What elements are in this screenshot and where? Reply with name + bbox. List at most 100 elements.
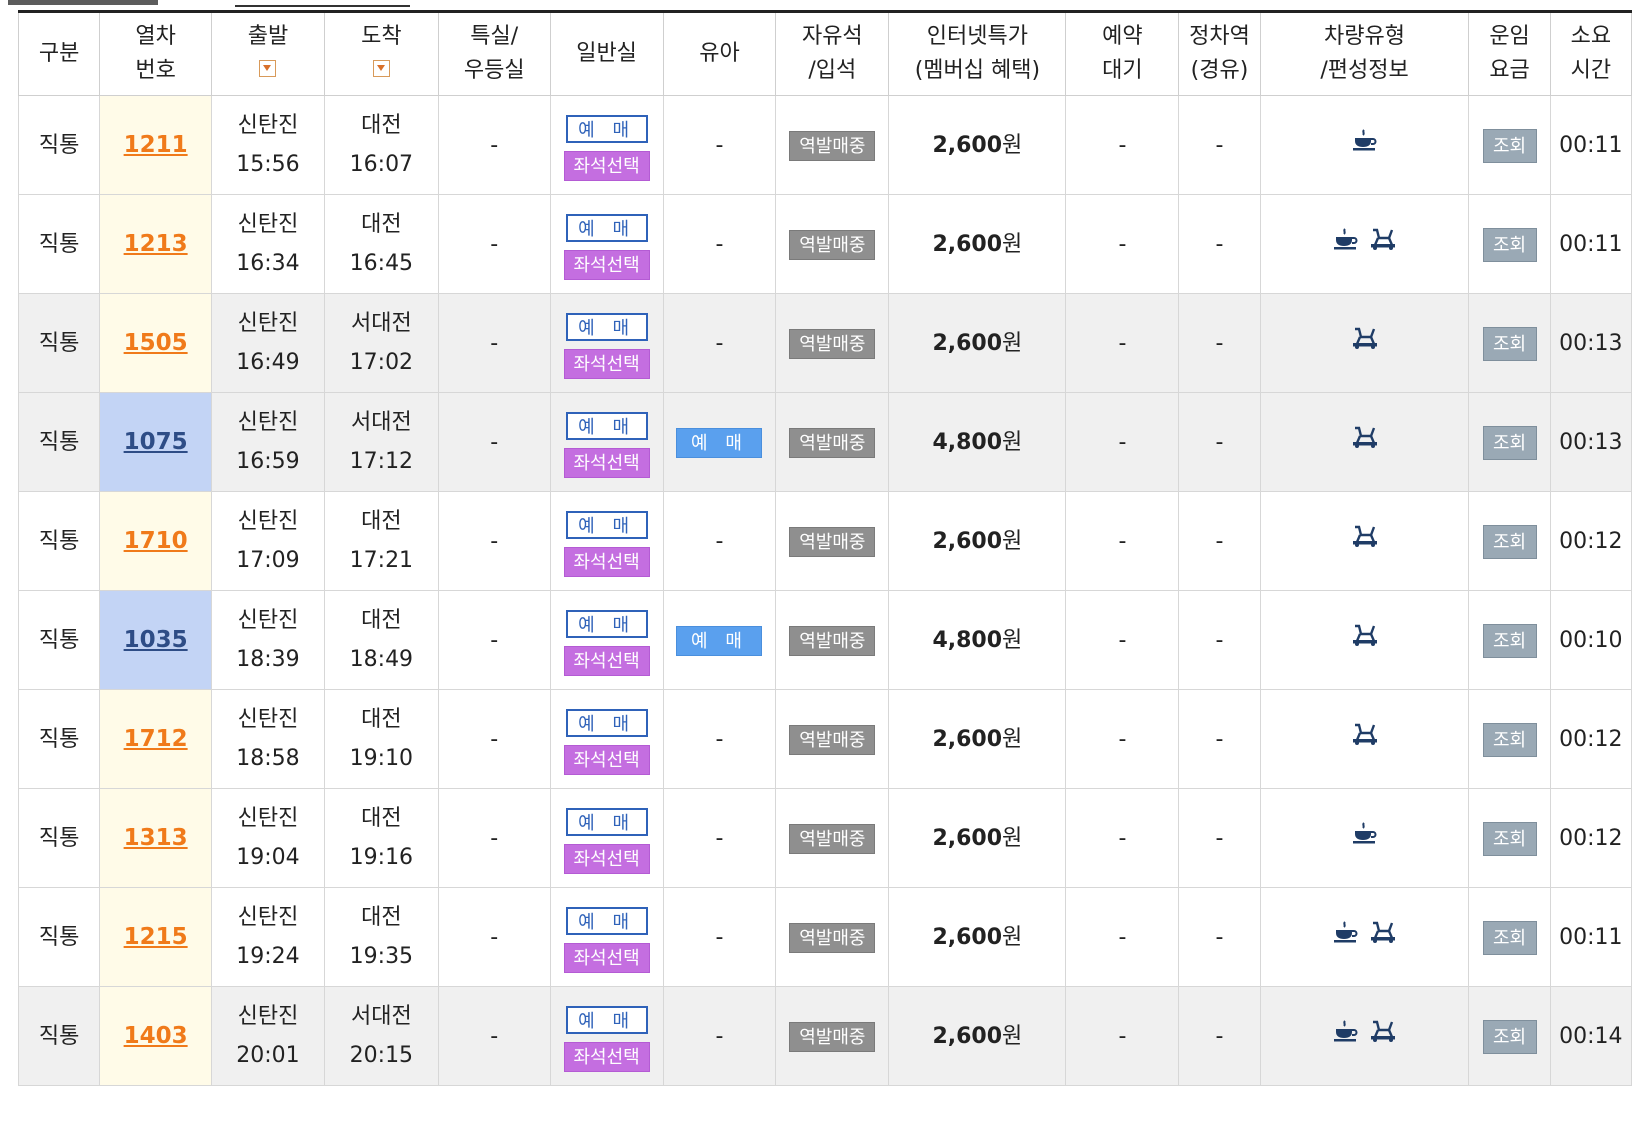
cell-train-number: 1211 (99, 95, 213, 195)
station-sale-badge: 역발매중 (789, 922, 876, 953)
cell-internet-price: 2,600원 (888, 293, 1067, 393)
cell-car-type (1259, 293, 1470, 393)
seat-select-button[interactable]: 좌석선택 (563, 744, 650, 775)
arrival-station: 대전 (361, 212, 402, 237)
car-type-icons (1351, 623, 1379, 647)
cell-duration: 00:11 (1549, 95, 1633, 195)
train-number-link[interactable]: 1505 (124, 330, 188, 356)
book-button[interactable]: 예 매 (565, 213, 648, 242)
departure-time: 16:34 (236, 251, 300, 276)
cell-infant: - (662, 689, 777, 789)
fare-view-button[interactable]: 조회 (1482, 524, 1537, 559)
seat-select-button[interactable]: 좌석선택 (563, 645, 650, 676)
price-value: 2,600 (932, 132, 1003, 158)
timetable-container: 구분 열차 번호 출발 도착 특실/우등실 일반실 유아 자유석/입석 인터넷특가… (17, 10, 1633, 1086)
arrival-station: 대전 (361, 905, 402, 930)
infant-book-button[interactable]: 예 매 (676, 427, 763, 458)
clipped-link[interactable] (235, 0, 410, 7)
fare-view-button[interactable]: 조회 (1482, 128, 1537, 163)
fare-view-button[interactable]: 조회 (1482, 623, 1537, 658)
seat-select-button[interactable]: 좌석선택 (563, 150, 650, 181)
station-sale-badge: 역발매중 (789, 526, 876, 557)
fare-view-button[interactable]: 조회 (1482, 326, 1537, 361)
cell-stops: - (1178, 293, 1261, 393)
cell-fare: 조회 (1468, 788, 1551, 888)
cell-type: 직통 (17, 788, 101, 888)
seat-select-button[interactable]: 좌석선택 (563, 546, 650, 577)
book-button[interactable]: 예 매 (565, 1005, 648, 1034)
departure-time: 20:01 (236, 1043, 300, 1068)
fare-view-button[interactable]: 조회 (1482, 1019, 1537, 1054)
seat-select-button[interactable]: 좌석선택 (563, 843, 650, 874)
cell-arrival: 대전 19:10 (323, 689, 439, 789)
train-number-link[interactable]: 1213 (124, 231, 188, 257)
cell-special: - (437, 293, 551, 393)
train-number-link[interactable]: 1313 (124, 825, 188, 851)
book-button[interactable]: 예 매 (565, 312, 648, 341)
seat-select-button[interactable]: 좌석선택 (563, 1041, 650, 1072)
train-number-link[interactable]: 1075 (124, 429, 188, 455)
train-number-link[interactable]: 1710 (124, 528, 188, 554)
table-row: 직통 1035 신탄진 18:39 대전 18:49- 예 매 좌석선택 예 매 역발매중 4,80… (17, 590, 1633, 690)
train-number-link[interactable]: 1403 (124, 1023, 188, 1049)
car-type-icons (1351, 326, 1379, 350)
cafe-icon (1333, 920, 1359, 944)
seat-select-button[interactable]: 좌석선택 (563, 447, 650, 478)
fare-view-button[interactable]: 조회 (1482, 227, 1537, 262)
train-number-link[interactable]: 1211 (124, 132, 188, 158)
departure-time: 19:24 (236, 944, 300, 969)
cell-special: - (437, 986, 551, 1086)
cell-stops: - (1178, 590, 1261, 690)
book-button[interactable]: 예 매 (565, 906, 648, 935)
seat-select-button[interactable]: 좌석선택 (563, 348, 650, 379)
infant-book-button[interactable]: 예 매 (676, 625, 763, 656)
price-value: 2,600 (932, 528, 1003, 554)
cell-stops: - (1178, 689, 1261, 789)
station-sale-badge: 역발매중 (789, 229, 876, 260)
seat-select-button[interactable]: 좌석선택 (563, 249, 650, 280)
departure-station: 신탄진 (237, 707, 299, 732)
book-button[interactable]: 예 매 (565, 609, 648, 638)
sort-arrival-icon[interactable] (372, 60, 390, 77)
cell-type: 직통 (17, 293, 101, 393)
train-number-link[interactable]: 1712 (124, 726, 188, 752)
cell-fare: 조회 (1468, 95, 1551, 195)
car-type-icons (1351, 722, 1379, 746)
book-button[interactable]: 예 매 (565, 807, 648, 836)
departure-station: 신탄진 (237, 113, 299, 138)
cell-infant: 예 매 (662, 392, 777, 492)
book-button[interactable]: 예 매 (565, 510, 648, 539)
cell-duration: 00:12 (1549, 788, 1633, 888)
seat-select-button[interactable]: 좌석선택 (563, 942, 650, 973)
infant-cell-value: - (715, 330, 724, 356)
cafe-icon (1333, 227, 1359, 251)
train-number-link[interactable]: 1035 (124, 627, 188, 653)
table-row: 직통 1505 신탄진 16:49 서대전 17:02- 예 매 좌석선택 - 역발매중 2,600… (17, 293, 1633, 393)
fare-view-button[interactable]: 조회 (1482, 821, 1537, 856)
departure-time: 15:56 (236, 152, 300, 177)
departure-station: 신탄진 (237, 806, 299, 831)
cell-general: 예 매좌석선택 (549, 293, 664, 393)
car-type-icons (1333, 227, 1397, 251)
book-button[interactable]: 예 매 (565, 411, 648, 440)
arrival-time: 19:35 (349, 944, 414, 969)
sort-departure-icon[interactable] (259, 60, 277, 77)
departure-station: 신탄진 (237, 410, 299, 435)
book-button[interactable]: 예 매 (565, 708, 648, 737)
cell-waitlist: - (1065, 887, 1180, 987)
cell-arrival: 서대전 20:15 (323, 986, 439, 1086)
cell-departure: 신탄진 16:34 (211, 194, 325, 294)
train-number-link[interactable]: 1215 (124, 924, 188, 950)
fare-view-button[interactable]: 조회 (1482, 920, 1537, 955)
cell-car-type (1259, 95, 1470, 195)
cell-special: - (437, 95, 551, 195)
bicycle-icon (1351, 326, 1379, 350)
fare-view-button[interactable]: 조회 (1482, 722, 1537, 757)
arrival-time: 17:02 (349, 350, 414, 375)
cell-general: 예 매좌석선택 (549, 590, 664, 690)
col-header-internet-price: 인터넷특가 (멤버십 혜택) (888, 11, 1067, 96)
fare-view-button[interactable]: 조회 (1482, 425, 1537, 460)
book-button[interactable]: 예 매 (565, 114, 648, 143)
station-sale-badge: 역발매중 (789, 625, 876, 656)
infant-cell-value: - (715, 924, 724, 950)
